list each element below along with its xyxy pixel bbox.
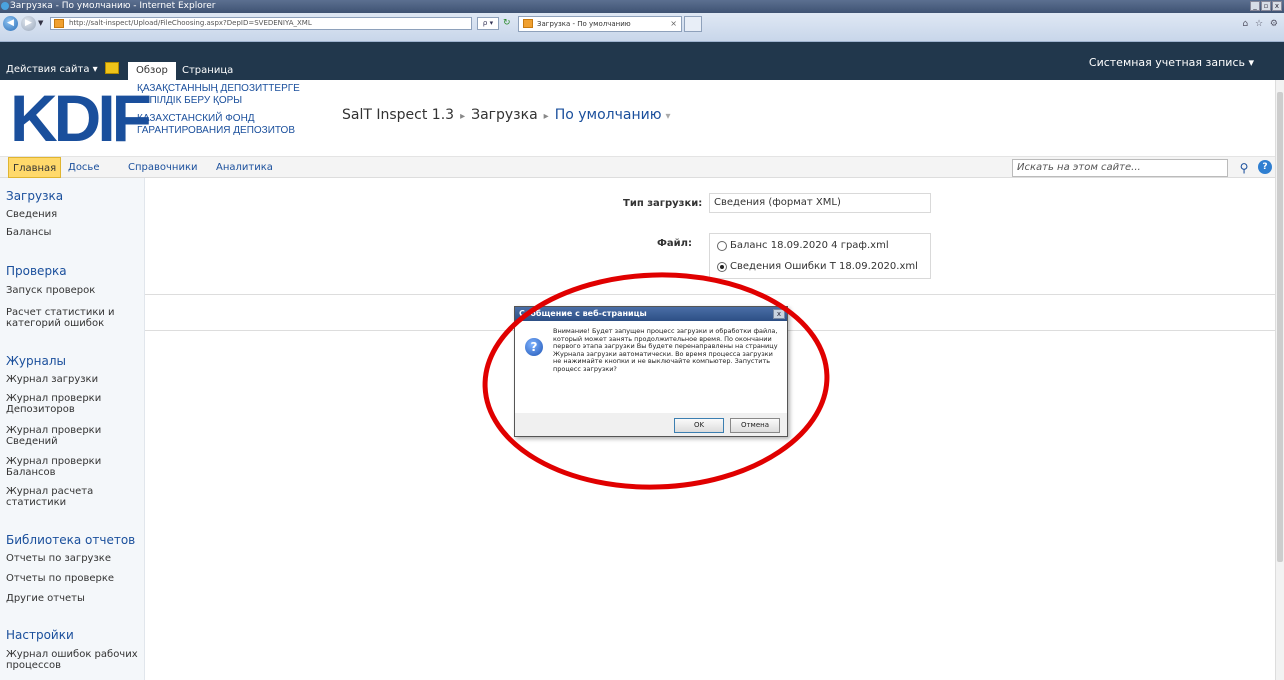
forward-button[interactable]: ▶ <box>21 16 36 31</box>
tab-favicon-icon <box>523 19 533 28</box>
nav-dossier[interactable]: Досье <box>68 157 99 178</box>
upload-type-value: Сведения (формат XML) <box>709 193 931 213</box>
leftnav-heading-journals[interactable]: Журналы <box>6 354 66 368</box>
quick-launch: Загрузка Сведения Балансы Проверка Запус… <box>0 178 145 680</box>
tab-title: Загрузка - По умолчанию <box>537 20 631 28</box>
ok-button[interactable]: OK <box>674 418 724 433</box>
leftnav-item[interactable]: Запуск проверок <box>6 285 141 296</box>
ie-home-favorites-tools-icons[interactable]: ⌂ ☆ ⚙ <box>1242 19 1280 29</box>
leftnav-item[interactable]: Сведения <box>6 209 141 220</box>
minimize-icon[interactable]: _ <box>1250 1 1260 11</box>
window-title: Загрузка - По умолчанию - Internet Explo… <box>10 1 216 11</box>
site-actions-menu[interactable]: Действия сайта ▾ <box>6 64 98 75</box>
radio-checked-icon[interactable] <box>717 261 727 272</box>
file-option-label: Баланс 18.09.2020 4 граф.xml <box>730 240 889 251</box>
logo-line: ҚАЗАҚСТАННЫҢ ДЕПОЗИТТЕРГЕ <box>137 83 300 94</box>
close-icon[interactable]: x <box>773 309 785 319</box>
scrollbar-thumb[interactable] <box>1277 92 1283 562</box>
breadcrumb-upload[interactable]: Загрузка <box>471 107 538 123</box>
leftnav-item[interactable]: Журнал загрузки <box>6 374 141 385</box>
breadcrumb: SalT Inspect 1.3 ▸ Загрузка ▸ По умолчанию ▾ <box>342 107 671 123</box>
help-icon[interactable]: ? <box>1258 160 1272 174</box>
logo-line: КАЗАХСТАНСКИЙ ФОНД <box>137 113 255 124</box>
nav-references[interactable]: Справочники <box>128 157 198 178</box>
leftnav-item[interactable]: Журнал проверки Депозиторов <box>6 393 141 415</box>
leftnav-item[interactable]: Расчет статистики и категорий ошибок <box>6 307 141 329</box>
radio-unchecked-icon[interactable] <box>717 240 727 251</box>
browser-tab[interactable]: Загрузка - По умолчанию × <box>518 16 682 32</box>
cancel-button[interactable]: Отмена <box>730 418 780 433</box>
logo-caption: ҚАЗАҚСТАННЫҢ ДЕПОЗИТТЕРГЕ КЕПІЛДІК БЕРУ … <box>137 83 300 137</box>
browser-toolbar: ◀ ▶ ▼ http://salt-inspect/Upload/FileCho… <box>0 13 1284 42</box>
window-controls: _ ▫ x <box>1250 1 1282 11</box>
file-label: Файл: <box>657 238 692 249</box>
tab-close-icon[interactable]: × <box>670 17 677 31</box>
breadcrumb-site[interactable]: SalT Inspect 1.3 <box>342 107 454 123</box>
leftnav-item[interactable]: Балансы <box>6 227 141 238</box>
leftnav-item[interactable]: Отчеты по загрузке <box>6 553 141 564</box>
leftnav-heading-upload[interactable]: Загрузка <box>6 189 63 203</box>
back-button[interactable]: ◀ <box>3 16 18 31</box>
leftnav-item[interactable]: Журнал проверки Балансов <box>6 456 141 478</box>
top-navigation: Главная Досье Справочники Аналитика Иска… <box>0 156 1284 178</box>
logo-line: КЕПІЛДІК БЕРУ ҚОРЫ <box>137 95 243 106</box>
leftnav-item[interactable]: Журнал проверки Сведений <box>6 425 141 447</box>
file-radio-group: Баланс 18.09.2020 4 граф.xml Сведения Ош… <box>709 233 931 279</box>
breadcrumb-current[interactable]: По умолчанию <box>555 107 662 123</box>
tab-page[interactable]: Страница <box>182 62 233 80</box>
file-option[interactable]: Сведения Ошибки Т 18.09.2020.xml <box>717 261 918 272</box>
tab-browse[interactable]: Обзор <box>128 62 176 80</box>
search-icon[interactable]: ⚲ <box>1236 159 1252 177</box>
dialog-message: Внимание! Будет запущен процесс загрузки… <box>553 327 778 373</box>
nav-analytics[interactable]: Аналитика <box>216 157 273 178</box>
site-search-input[interactable]: Искать на этом сайте... <box>1012 159 1228 177</box>
restore-icon[interactable]: ▫ <box>1261 1 1271 11</box>
nav-home[interactable]: Главная <box>8 157 62 178</box>
window-title-bar: Загрузка - По умолчанию - Internet Explo… <box>0 0 1284 13</box>
ie-logo-icon <box>1 2 9 10</box>
new-tab-button[interactable] <box>684 16 702 32</box>
vertical-scrollbar[interactable] <box>1275 80 1284 680</box>
file-option[interactable]: Баланс 18.09.2020 4 граф.xml <box>717 240 889 251</box>
upload-type-label: Тип загрузки: <box>623 198 703 209</box>
leftnav-heading-settings[interactable]: Настройки <box>6 628 74 642</box>
dialog-title: Сообщение с веб-страницы <box>519 309 647 318</box>
leftnav-item[interactable]: Журнал расчета статистики <box>6 486 141 508</box>
sharepoint-ribbon: Действия сайта ▾ Обзор Страница Системна… <box>0 42 1284 80</box>
breadcrumb-separator-icon: ▸ <box>543 111 549 122</box>
site-favicon-icon <box>54 19 64 28</box>
address-bar[interactable]: http://salt-inspect/Upload/FileChoosing.… <box>50 17 472 30</box>
site-header: KDIF ҚАЗАҚСТАННЫҢ ДЕПОЗИТТЕРГЕ КЕПІЛДІК … <box>0 80 1284 155</box>
refresh-icon[interactable]: ↻ <box>503 17 515 29</box>
breadcrumb-separator-icon: ▸ <box>460 111 466 122</box>
logo-line: ГАРАНТИРОВАНИЯ ДЕПОЗИТОВ <box>137 125 295 136</box>
kdif-logo[interactable]: KDIF <box>10 85 152 151</box>
account-menu[interactable]: Системная учетная запись ▾ <box>1089 56 1254 69</box>
question-icon: ? <box>525 338 543 356</box>
dialog-title-bar: Сообщение с веб-страницы x <box>515 307 787 321</box>
leftnav-heading-reports[interactable]: Библиотека отчетов <box>6 533 135 547</box>
leftnav-item[interactable]: Журнал ошибок рабочих процессов <box>6 649 141 671</box>
leftnav-heading-check[interactable]: Проверка <box>6 264 67 278</box>
file-option-label: Сведения Ошибки Т 18.09.2020.xml <box>730 261 918 272</box>
leftnav-item[interactable]: Другие отчеты <box>6 593 141 604</box>
dialog-body: ? Внимание! Будет запущен процесс загруз… <box>515 321 787 413</box>
navigate-up-icon[interactable] <box>105 62 119 74</box>
address-search-button[interactable]: ρ ▾ <box>477 17 499 30</box>
close-window-icon[interactable]: x <box>1272 1 1282 11</box>
chevron-down-icon[interactable]: ▾ <box>665 111 670 122</box>
leftnav-item[interactable]: Отчеты по проверке <box>6 573 141 584</box>
address-url: http://salt-inspect/Upload/FileChoosing.… <box>69 19 312 27</box>
confirm-dialog: Сообщение с веб-страницы x ? Внимание! Б… <box>514 306 788 437</box>
history-dropdown-icon[interactable]: ▼ <box>38 19 43 27</box>
